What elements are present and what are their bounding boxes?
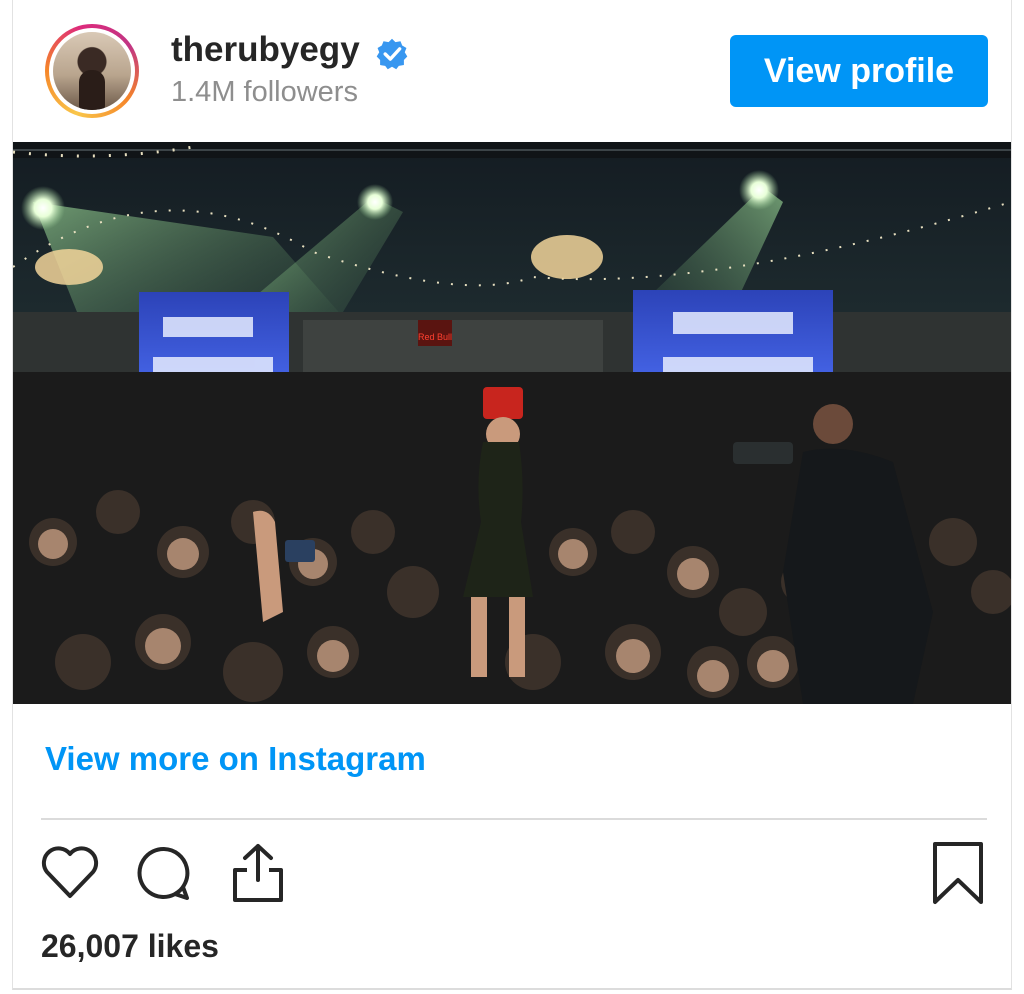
follower-count: 1.4M followers bbox=[171, 76, 358, 108]
svg-text:Red Bull: Red Bull bbox=[418, 332, 452, 342]
view-profile-button[interactable]: View profile bbox=[730, 35, 988, 107]
bookmark-icon[interactable] bbox=[925, 840, 991, 906]
heart-icon[interactable] bbox=[37, 840, 103, 906]
avatar-border bbox=[49, 28, 135, 114]
avatar-figure bbox=[79, 70, 105, 110]
comment-icon[interactable] bbox=[131, 840, 197, 906]
instagram-embed-card: therubyegy 1.4M followers View profile R… bbox=[12, 0, 1012, 990]
username[interactable]: therubyegy bbox=[171, 30, 360, 70]
share-icon[interactable] bbox=[225, 840, 291, 906]
avatar-photo bbox=[53, 32, 131, 110]
concert-photo-illustration: Red Bull bbox=[13, 142, 1011, 704]
verified-badge-icon bbox=[376, 38, 408, 70]
avatar[interactable] bbox=[45, 24, 139, 118]
view-more-on-instagram-link[interactable]: View more on Instagram bbox=[45, 740, 426, 778]
like-count: 26,007 likes bbox=[41, 928, 219, 964]
divider bbox=[41, 818, 987, 820]
post-photo[interactable]: Red Bull bbox=[13, 142, 1011, 704]
